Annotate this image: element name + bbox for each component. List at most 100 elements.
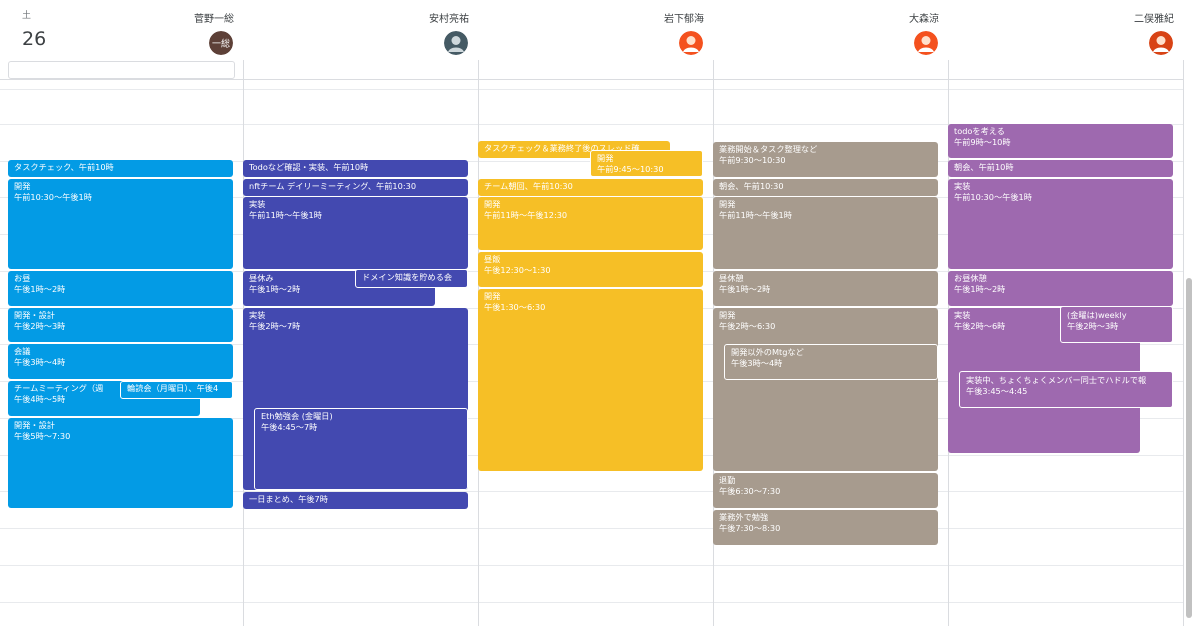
- calendar-event[interactable]: お昼休憩 午後1時～2時: [948, 271, 1173, 306]
- event-time: 午後3時～4時: [14, 357, 66, 367]
- avatar[interactable]: [1149, 31, 1173, 55]
- calendar-event[interactable]: 開発 午後1:30～6:30: [478, 289, 703, 471]
- avatar[interactable]: 一総: [209, 31, 233, 55]
- event-title: Eth勉強会 (金曜日): [261, 411, 333, 421]
- calendar-event[interactable]: 開発 午前11時～午後12:30: [478, 197, 703, 250]
- event-title: お昼: [14, 273, 31, 283]
- weekday-label: 土: [22, 11, 32, 21]
- calendar-event[interactable]: お昼 午後1時～2時: [8, 271, 233, 306]
- event-title: 昼飯: [484, 254, 501, 264]
- event-title: 開発: [719, 199, 736, 209]
- event-title: 実装: [249, 310, 266, 320]
- calendar-event[interactable]: 昼休憩 午後1時～2時: [713, 271, 938, 306]
- event-title: 一日まとめ、午後7時: [249, 494, 328, 504]
- event-title: 開発・設計: [14, 310, 55, 320]
- calendar-event[interactable]: (金曜は)weekly 午後2時～3時: [1060, 306, 1173, 343]
- calendar-event[interactable]: 実装 午前11時～午後1時: [243, 197, 468, 269]
- calendar-event[interactable]: todoを考える 午前9時～10時: [948, 124, 1173, 158]
- calendar-event[interactable]: 開発 午前11時～午後1時: [713, 197, 938, 269]
- calendar-event[interactable]: 開発 午後2時～6:30: [713, 308, 938, 471]
- event-time: 午後6:30～7:30: [719, 486, 781, 496]
- event-title: 開発: [484, 199, 501, 209]
- calendar-event[interactable]: タスクチェック、午前10時: [8, 160, 233, 177]
- calendar-event[interactable]: ドメイン知識を貯める会: [355, 269, 468, 288]
- event-title: 実装: [954, 181, 971, 191]
- event-time: 午後3時～4時: [731, 358, 783, 368]
- event-title: 開発: [719, 310, 736, 320]
- calendar-event[interactable]: 一日まとめ、午後7時: [243, 492, 468, 509]
- calendar-event[interactable]: 退勤 午後6:30～7:30: [713, 473, 938, 508]
- calendar-event[interactable]: 朝会、午前10:30: [713, 179, 938, 196]
- calendar-event[interactable]: 朝会、午前10時: [948, 160, 1173, 177]
- avatar[interactable]: [444, 31, 468, 55]
- calendar-event[interactable]: nftチーム デイリーミーティング、午前10:30: [243, 179, 468, 196]
- calendar-event[interactable]: 開発・設計 午後5時～7:30: [8, 418, 233, 508]
- event-title: 開発: [597, 153, 614, 163]
- all-day-slot[interactable]: [8, 61, 235, 79]
- calendar-event[interactable]: 開発以外のMtgなど 午後3時～4時: [724, 344, 938, 380]
- event-time: 午前10:30～午後1時: [14, 192, 92, 202]
- person-avatar-icon: [1149, 31, 1173, 55]
- event-time: 午後1時～2時: [14, 284, 66, 294]
- calendar-event[interactable]: Todoなど確認・実装、午前10時: [243, 160, 468, 177]
- avatar[interactable]: [914, 31, 938, 55]
- calendar-event[interactable]: 輪読会（月曜日）、午後4: [120, 381, 233, 399]
- calendar-event[interactable]: 業務外で勉強 午後7:30～8:30: [713, 510, 938, 545]
- calendar-event[interactable]: 昼飯 午後12:30～1:30: [478, 252, 703, 287]
- calendar-event[interactable]: 業務開始＆タスク整理など 午前9:30～10:30: [713, 142, 938, 177]
- event-time: 午後1時～2時: [954, 284, 1006, 294]
- event-time: 午後7:30～8:30: [719, 523, 781, 533]
- person-name: 安村亮祐: [429, 14, 469, 25]
- event-time: 午前11時～午後1時: [719, 210, 792, 220]
- event-title: 会議: [14, 346, 31, 356]
- event-time: 午後4:45～7時: [261, 422, 318, 432]
- event-title: todoを考える: [954, 126, 1005, 136]
- event-time: 午後12:30～1:30: [484, 265, 551, 275]
- grid-line: [0, 528, 1184, 529]
- event-time: 午後1時～2時: [719, 284, 771, 294]
- calendar-event[interactable]: 会議 午後3時～4時: [8, 344, 233, 379]
- vertical-scrollbar[interactable]: [1186, 278, 1192, 618]
- event-time: 午前10:30～午後1時: [954, 192, 1032, 202]
- event-title: 業務外で勉強: [719, 512, 769, 522]
- event-title: 朝会、午前10:30: [719, 181, 784, 191]
- event-title: チーム朝回、午前10:30: [484, 181, 573, 191]
- event-time: 午前11時～午後1時: [249, 210, 322, 220]
- event-title: 朝会、午前10時: [954, 162, 1014, 172]
- event-time: 午後2時～6:30: [719, 321, 776, 331]
- calendar-event[interactable]: 開発 午前9:45～10:30: [590, 150, 703, 177]
- calendar-event[interactable]: Eth勉強会 (金曜日) 午後4:45～7時: [254, 408, 468, 490]
- event-title: 開発・設計: [14, 420, 55, 430]
- event-time: 午後1:30～6:30: [484, 302, 546, 312]
- grid-line: [0, 565, 1184, 566]
- person-avatar-icon: [679, 31, 703, 55]
- calendar-event[interactable]: チーム朝回、午前10:30: [478, 179, 703, 196]
- event-time: 午前9時～10時: [954, 137, 1011, 147]
- event-title: 実装中、ちょくちょくメンバー同士でハドルで報: [966, 375, 1147, 385]
- calendar-event[interactable]: 実装 午前10:30～午後1時: [948, 179, 1173, 269]
- person-name: 菅野一総: [194, 14, 234, 25]
- avatar[interactable]: [679, 31, 703, 55]
- calendar-event[interactable]: 開発・設計 午後2時～3時: [8, 308, 233, 342]
- calendar-event[interactable]: 実装中、ちょくちょくメンバー同士でハドルで報 午後3:45～4:45: [959, 371, 1173, 408]
- event-title: 開発以外のMtgなど: [731, 347, 804, 357]
- avatar-initials: 一総: [212, 38, 230, 50]
- person-avatar-icon: [914, 31, 938, 55]
- date-number[interactable]: 26: [22, 28, 46, 50]
- event-time: 午前11時～午後12:30: [484, 210, 568, 220]
- person-name: 大森涼: [909, 14, 939, 25]
- event-title: 開発: [14, 181, 31, 191]
- event-title: nftチーム デイリーミーティング、午前10:30: [249, 181, 417, 191]
- event-time: 午前9:30～10:30: [719, 155, 786, 165]
- event-title: タスクチェック、午前10時: [14, 162, 114, 172]
- event-time: 午前9:45～10:30: [597, 164, 664, 174]
- grid-line: [0, 79, 1184, 80]
- person-avatar-icon: [444, 31, 468, 55]
- event-title: 退勤: [719, 475, 736, 485]
- event-title: (金曜は)weekly: [1067, 310, 1127, 320]
- grid-line: [0, 89, 1184, 90]
- event-title: Todoなど確認・実装、午前10時: [249, 162, 369, 172]
- event-time: 午後3:45～4:45: [966, 386, 1028, 396]
- event-time: 午後2時～3時: [14, 321, 66, 331]
- calendar-event[interactable]: 開発 午前10:30～午後1時: [8, 179, 233, 269]
